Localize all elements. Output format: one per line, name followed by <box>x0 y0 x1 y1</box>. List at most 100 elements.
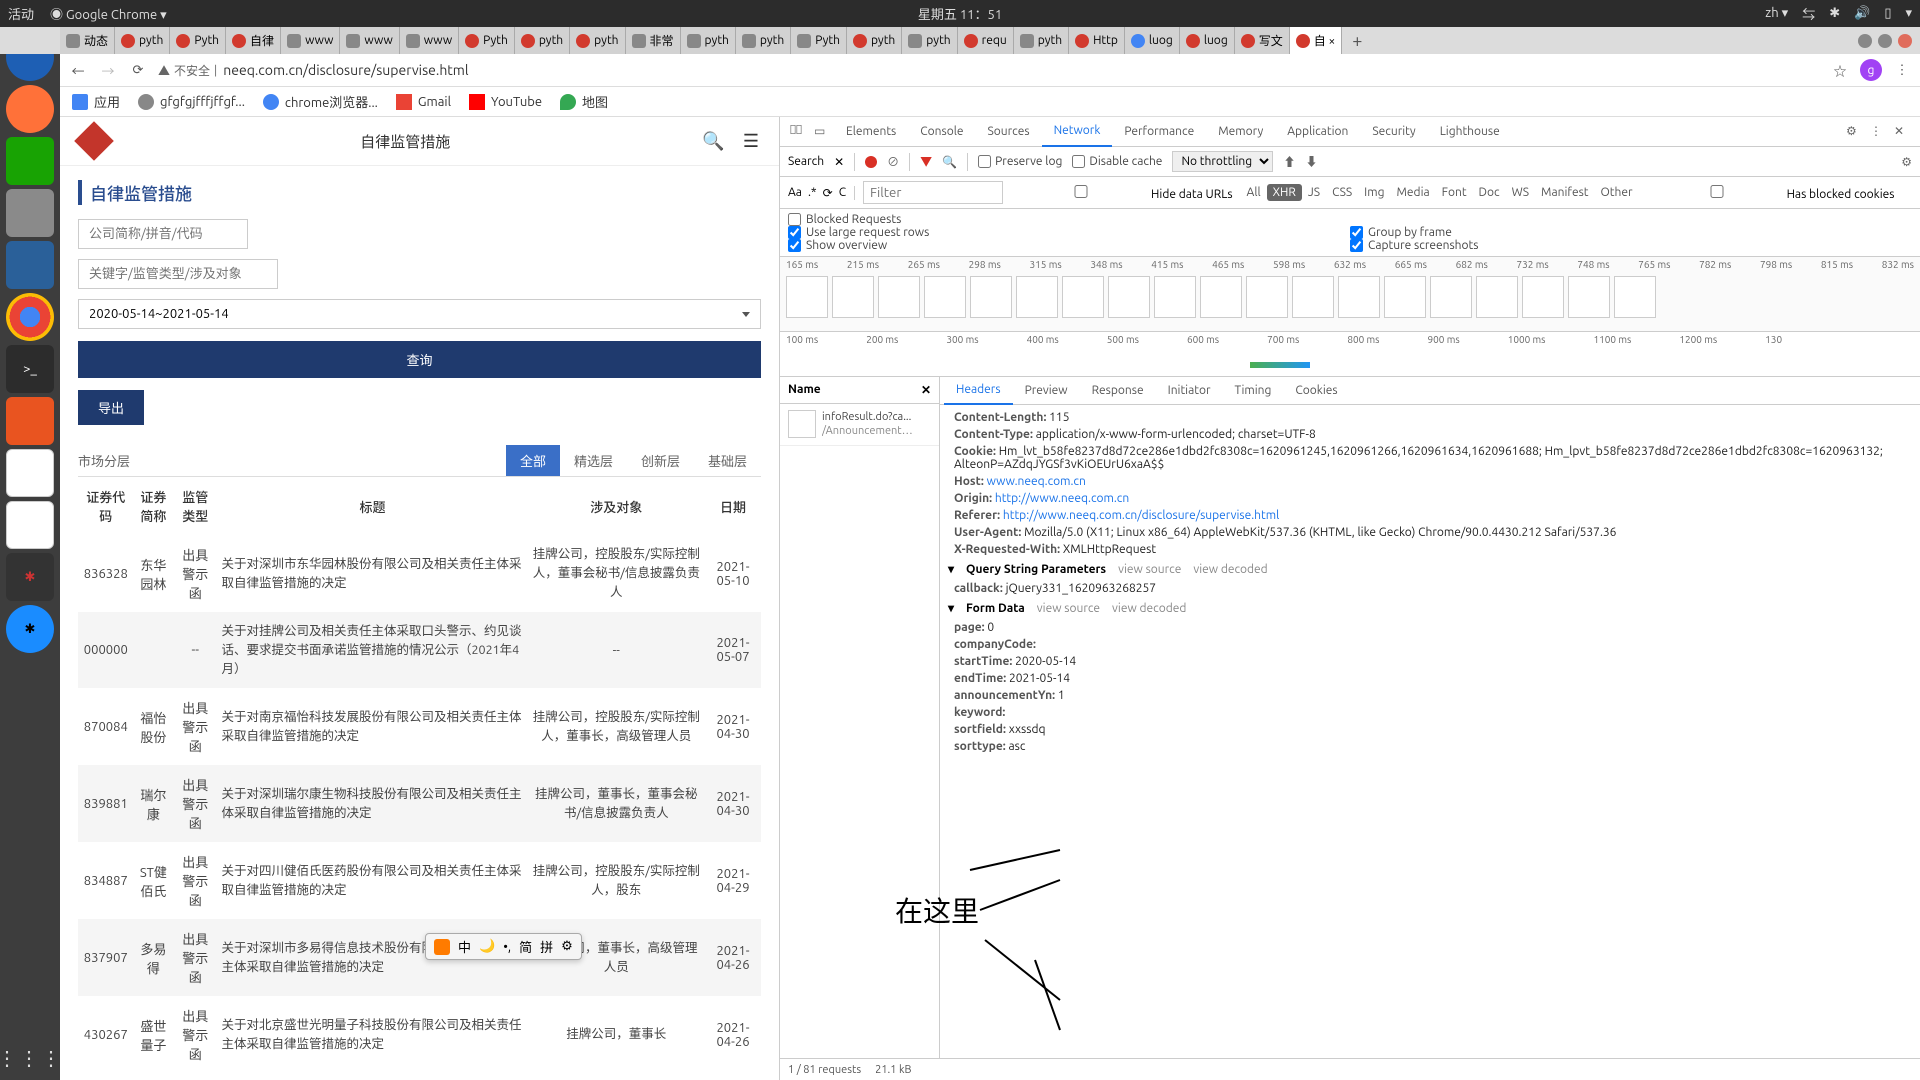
waterfall-overview[interactable]: 100 ms200 ms300 ms400 ms500 ms600 ms700 … <box>780 332 1920 377</box>
battery-icon[interactable]: ▯ <box>1884 6 1891 21</box>
new-tab-button[interactable]: + <box>1342 31 1372 51</box>
tier-base[interactable]: 基础层 <box>694 445 761 476</box>
filter-type-pill[interactable]: Manifest <box>1535 184 1594 201</box>
bookmark-2[interactable]: chrome浏览器... <box>263 92 378 111</box>
browser-tab[interactable]: pyth <box>115 27 170 54</box>
screenshot-thumb[interactable] <box>786 276 828 318</box>
dock-files[interactable] <box>6 189 54 237</box>
tier-innovate[interactable]: 创新层 <box>627 445 694 476</box>
detail-tab[interactable]: Timing <box>1223 377 1284 405</box>
devtools-tab[interactable]: Sources <box>975 117 1041 147</box>
download-har-icon[interactable]: ⬇ <box>1305 153 1317 170</box>
lang-indicator[interactable]: zh ▾ <box>1765 6 1788 21</box>
request-row[interactable]: infoResult.do?ca.../Announcement… <box>780 404 939 446</box>
bluetooth-icon[interactable]: ✱ <box>1829 6 1840 21</box>
drawer-settings-icon[interactable]: ⚙ <box>1901 155 1912 169</box>
filter-type-pill[interactable]: Img <box>1358 184 1390 201</box>
bookmark-star-icon[interactable]: ☆ <box>1830 60 1850 80</box>
wifi-icon[interactable]: ⇆ <box>1802 4 1815 23</box>
detail-tab[interactable]: Preview <box>1013 377 1080 405</box>
refresh-search-icon[interactable]: ⟳ <box>823 186 833 200</box>
browser-tab[interactable]: 动态 <box>60 27 115 54</box>
screenshot-thumb[interactable] <box>1568 276 1610 318</box>
screenshot-thumb[interactable] <box>1476 276 1518 318</box>
devtools-tab[interactable]: Security <box>1360 117 1427 147</box>
devtools-tab[interactable]: Network <box>1042 117 1113 147</box>
screenshot-thumb[interactable] <box>878 276 920 318</box>
more-icon[interactable]: ⋮ <box>1870 124 1886 140</box>
filter-type-pill[interactable]: CSS <box>1326 184 1358 201</box>
export-button[interactable]: 导出 <box>78 390 144 425</box>
date-range-picker[interactable]: 2020-05-14~2021-05-14 <box>78 299 761 329</box>
throttling-select[interactable]: No throttling <box>1172 151 1273 172</box>
upload-har-icon[interactable]: ⬆ <box>1283 153 1295 170</box>
devtools-tab[interactable]: Performance <box>1112 117 1206 147</box>
dock-ubuntu-software[interactable] <box>6 397 54 445</box>
screenshot-thumb[interactable] <box>1246 276 1288 318</box>
company-input[interactable] <box>78 219 248 249</box>
menu-icon[interactable]: ☰ <box>743 131 759 152</box>
screenshot-thumb[interactable] <box>1016 276 1058 318</box>
tier-all[interactable]: 全部 <box>506 445 560 476</box>
ime-toolbar[interactable]: 中🌙•, 简拼⚙ <box>425 933 582 960</box>
screenshot-thumb[interactable] <box>1522 276 1564 318</box>
screenshot-thumb[interactable] <box>832 276 874 318</box>
device-toggle-icon[interactable]: ▭ <box>814 124 830 140</box>
chrome-app-label[interactable]: ◉ Google Chrome ▾ <box>50 4 167 23</box>
screenshot-thumb[interactable] <box>1292 276 1334 318</box>
browser-tab[interactable]: 非常 <box>626 27 681 54</box>
filter-type-pill[interactable]: JS <box>1302 184 1326 201</box>
close-devtools-icon[interactable]: ✕ <box>1894 124 1910 140</box>
table-header[interactable]: 日期 <box>705 477 761 535</box>
table-row[interactable]: 000000--关于对挂牌公司及相关责任主体采取口头警示、约见谈话、要求提交书面… <box>78 612 761 688</box>
blocked-requests[interactable]: Blocked Requests <box>788 213 1912 226</box>
browser-tab[interactable]: pyth <box>681 27 736 54</box>
group-frame[interactable]: Group by frame <box>1350 226 1912 239</box>
formdata-section[interactable]: ▾ Form Data view source view decoded <box>940 597 1920 619</box>
filter-type-pill[interactable]: All <box>1241 184 1267 201</box>
dock-ebook[interactable] <box>6 449 54 497</box>
screenshot-thumb[interactable] <box>1200 276 1242 318</box>
blocked-cookies[interactable]: Has blocked cookies <box>1647 185 1895 201</box>
name-column-header[interactable]: Name <box>788 383 821 397</box>
bookmark-1[interactable]: gfgfgjfffjffgf... <box>138 94 245 110</box>
table-row[interactable]: 837907多易得出具警示函关于对深圳市多易得信息技术股份有限公司及相关责任主体… <box>78 919 761 996</box>
browser-tab[interactable]: pyth <box>902 27 957 54</box>
browser-tab[interactable]: 自 × <box>1290 27 1343 54</box>
browser-tab[interactable]: www <box>340 27 399 54</box>
devtools-tab[interactable]: Memory <box>1206 117 1275 147</box>
table-row[interactable]: 430267盛世量子出具警示函关于对北京盛世光明量子科技股份有限公司及相关责任主… <box>78 996 761 1073</box>
volume-icon[interactable]: 🔊 <box>1854 6 1870 21</box>
table-header[interactable]: 证券代码 <box>78 477 134 535</box>
hide-data-urls[interactable]: Hide data URLs <box>1011 185 1232 201</box>
window-close[interactable] <box>1898 34 1912 48</box>
screenshot-thumb[interactable] <box>1154 276 1196 318</box>
filter-type-pill[interactable]: XHR <box>1267 184 1302 201</box>
filter-input[interactable] <box>863 181 1003 204</box>
clear-search-icon[interactable]: C <box>839 186 846 199</box>
activities-label[interactable]: 活动 <box>8 4 34 23</box>
record-button[interactable] <box>865 156 877 168</box>
window-maximize[interactable] <box>1878 34 1892 48</box>
detail-tab[interactable]: Response <box>1080 377 1156 405</box>
filter-type-pill[interactable]: Media <box>1391 184 1436 201</box>
window-minimize[interactable] <box>1858 34 1872 48</box>
detail-tab[interactable]: Cookies <box>1283 377 1349 405</box>
close-search-icon[interactable]: ✕ <box>834 155 844 169</box>
browser-tab[interactable]: 写文 <box>1235 27 1290 54</box>
filter-type-pill[interactable]: Font <box>1436 184 1473 201</box>
devtools-tab[interactable]: Console <box>908 117 975 147</box>
close-detail-icon[interactable]: ✕ <box>921 383 931 397</box>
regex-icon[interactable]: .* <box>808 186 817 199</box>
filter-type-pill[interactable]: Other <box>1595 184 1639 201</box>
table-header[interactable]: 涉及对象 <box>528 477 705 535</box>
browser-tab[interactable]: pyth <box>515 27 570 54</box>
browser-tab[interactable]: requ <box>958 27 1014 54</box>
back-button[interactable]: ← <box>68 60 88 80</box>
match-case-icon[interactable]: Aa <box>788 186 802 199</box>
browser-tab[interactable]: www <box>281 27 340 54</box>
capture-screenshots[interactable]: Capture screenshots <box>1350 239 1912 252</box>
show-overview[interactable]: Show overview <box>788 239 1350 252</box>
table-row[interactable]: 836328东华园林出具警示函关于对深圳市东华园林股份有限公司及相关责任主体采取… <box>78 535 761 612</box>
browser-tab[interactable]: pyth <box>1014 27 1069 54</box>
